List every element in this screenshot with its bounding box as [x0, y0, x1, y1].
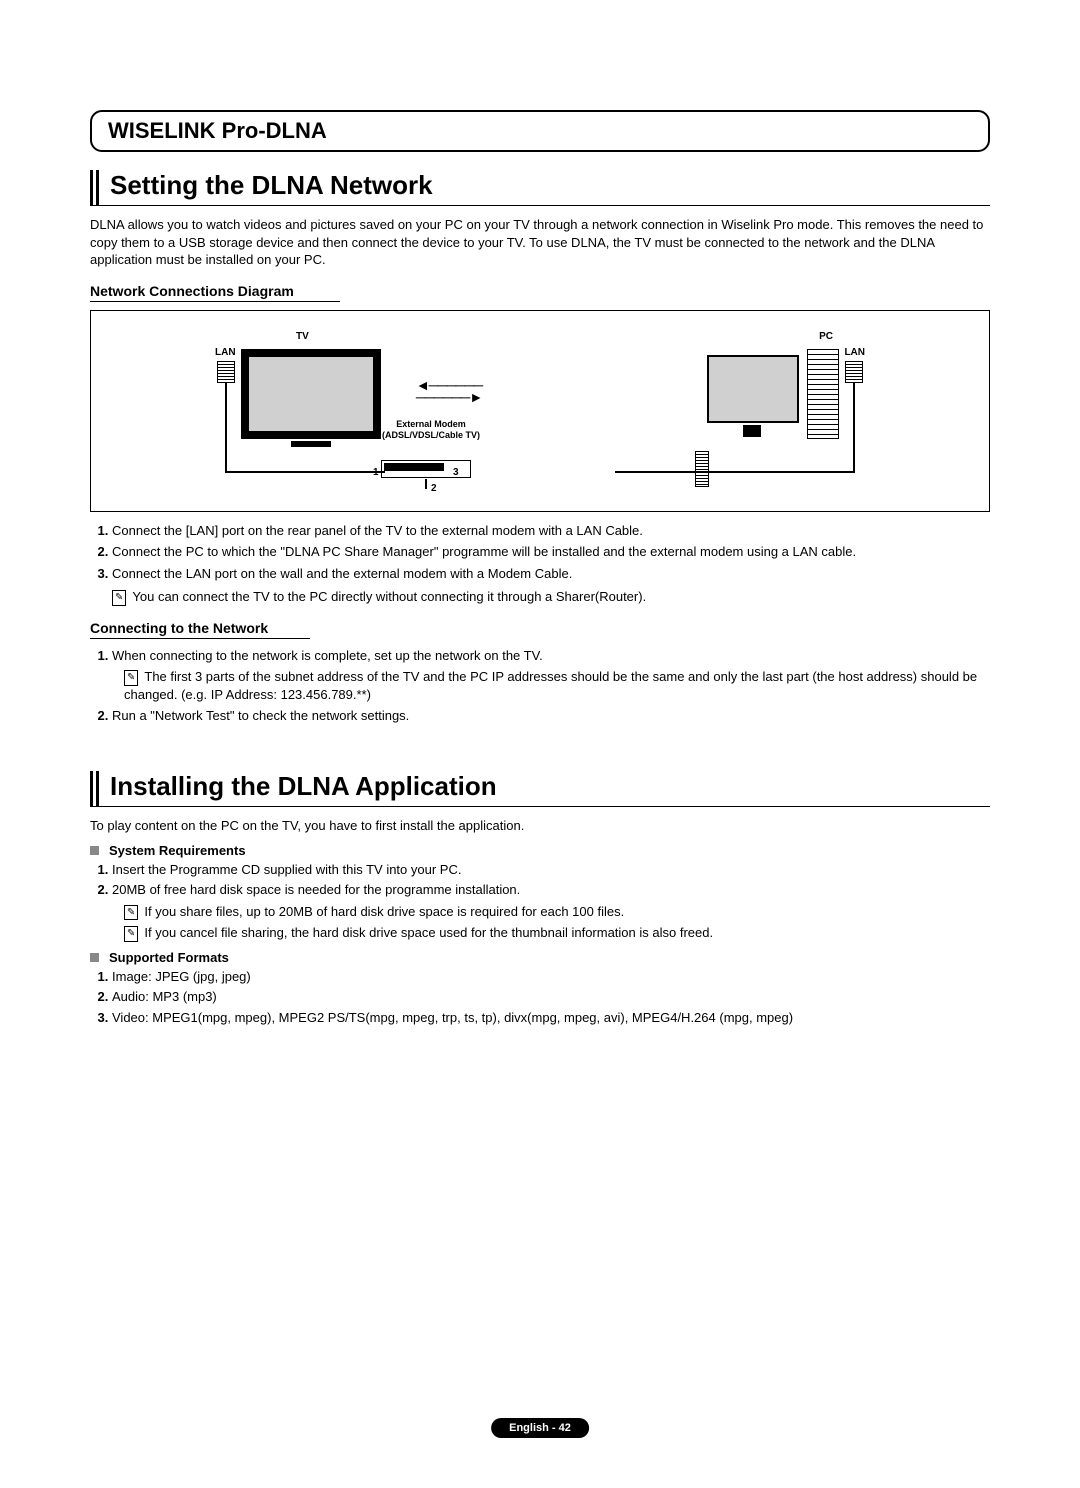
cable-1b-icon	[225, 471, 385, 473]
router-icon	[695, 451, 709, 487]
pc-monitor-icon	[707, 355, 799, 423]
diagram-num-1: 1	[373, 467, 379, 478]
section-title: Installing the DLNA Application	[110, 771, 990, 806]
lan-port-tv-icon	[217, 361, 235, 383]
note-text: If you cancel file sharing, the hard dis…	[144, 925, 713, 940]
modem-label: External Modem (ADSL/VDSL/Cable TV)	[371, 419, 491, 441]
section-setting-dlna: Setting the DLNA Network	[90, 170, 990, 205]
list-item: Insert the Programme CD supplied with th…	[112, 861, 990, 879]
bidirectional-arrow-icon: ◄────────────►	[389, 379, 509, 403]
step-text: When connecting to the network is comple…	[112, 648, 543, 663]
section-title: Setting the DLNA Network	[110, 170, 990, 205]
cable-1-icon	[225, 383, 227, 471]
diagram-heading: Network Connections Diagram	[90, 283, 340, 302]
sysreq-note-2: ✎ If you cancel file sharing, the hard di…	[124, 924, 990, 942]
formats-heading: Supported Formats	[112, 950, 990, 965]
pc-monitor-base-icon	[743, 425, 761, 437]
step-text: 20MB of free hard disk space is needed f…	[112, 882, 520, 897]
diagram-num-2: 2	[431, 483, 437, 494]
list-item: Connect the LAN port on the wall and the…	[112, 565, 990, 583]
tv-base-icon	[291, 441, 331, 447]
connecting-steps-list: When connecting to the network is comple…	[90, 647, 990, 725]
page-footer: English - 42	[491, 1418, 589, 1438]
tv-label: TV	[296, 331, 309, 342]
list-item: Video: MPEG1(mpg, mpeg), MPEG2 PS/TS(mpg…	[112, 1009, 990, 1027]
section1-intro: DLNA allows you to watch videos and pict…	[90, 216, 990, 269]
note-text: If you share files, up to 20MB of hard d…	[144, 904, 624, 919]
section2-intro: To play content on the PC on the TV, you…	[90, 817, 990, 835]
section-underline	[90, 205, 990, 206]
diagram-inner: TV LAN ◄────────────► PC LAN External Mo…	[131, 325, 949, 493]
pc-tower-icon	[807, 349, 839, 439]
lan-port-pc-icon	[845, 361, 863, 383]
list-item: When connecting to the network is comple…	[112, 647, 990, 704]
square-bullet-icon	[90, 953, 99, 962]
section-installing-dlna: Installing the DLNA Application	[90, 771, 990, 806]
sysreq-note-1: ✎ If you share files, up to 20MB of hard …	[124, 903, 990, 921]
formats-label: Supported Formats	[109, 950, 229, 965]
diagram-steps-list: Connect the [LAN] port on the rear panel…	[90, 522, 990, 583]
note-icon: ✎	[124, 905, 138, 921]
note-icon: ✎	[124, 926, 138, 942]
list-item: Connect the [LAN] port on the rear panel…	[112, 522, 990, 540]
connect-note: ✎The first 3 parts of the subnet address…	[124, 668, 990, 703]
sysreq-list: Insert the Programme CD supplied with th…	[90, 861, 990, 942]
list-item: Audio: MP3 (mp3)	[112, 988, 990, 1006]
sysreq-heading: System Requirements	[112, 843, 990, 858]
note-icon: ✎	[112, 590, 126, 606]
tv-icon	[241, 349, 381, 439]
diagram-note: ✎ You can connect the TV to the PC direct…	[112, 588, 990, 606]
diagram-num-3: 3	[453, 467, 459, 478]
formats-list: Image: JPEG (jpg, jpeg) Audio: MP3 (mp3)…	[90, 968, 990, 1027]
sysreq-label: System Requirements	[109, 843, 246, 858]
note-text: You can connect the TV to the PC directl…	[132, 589, 646, 604]
list-item: 20MB of free hard disk space is needed f…	[112, 881, 990, 942]
cable-2b-icon	[615, 471, 855, 473]
cable-mid-icon	[425, 479, 427, 489]
square-bullet-icon	[90, 846, 99, 855]
lan-label-right: LAN	[844, 347, 865, 358]
page: WISELINK Pro-DLNA Setting the DLNA Netwo…	[0, 0, 1080, 1488]
list-item: Connect the PC to which the "DLNA PC Sha…	[112, 543, 990, 561]
page-header: WISELINK Pro-DLNA	[90, 110, 990, 152]
pc-label: PC	[819, 331, 833, 342]
cable-2-icon	[853, 383, 855, 471]
note-icon: ✎	[124, 670, 138, 686]
connecting-heading: Connecting to the Network	[90, 620, 310, 639]
lan-label-left: LAN	[215, 347, 236, 358]
network-diagram: TV LAN ◄────────────► PC LAN External Mo…	[90, 310, 990, 512]
note-text: The first 3 parts of the subnet address …	[124, 669, 977, 702]
list-item: Image: JPEG (jpg, jpeg)	[112, 968, 990, 986]
section-underline	[90, 806, 990, 807]
list-item: Run a "Network Test" to check the networ…	[112, 707, 990, 725]
